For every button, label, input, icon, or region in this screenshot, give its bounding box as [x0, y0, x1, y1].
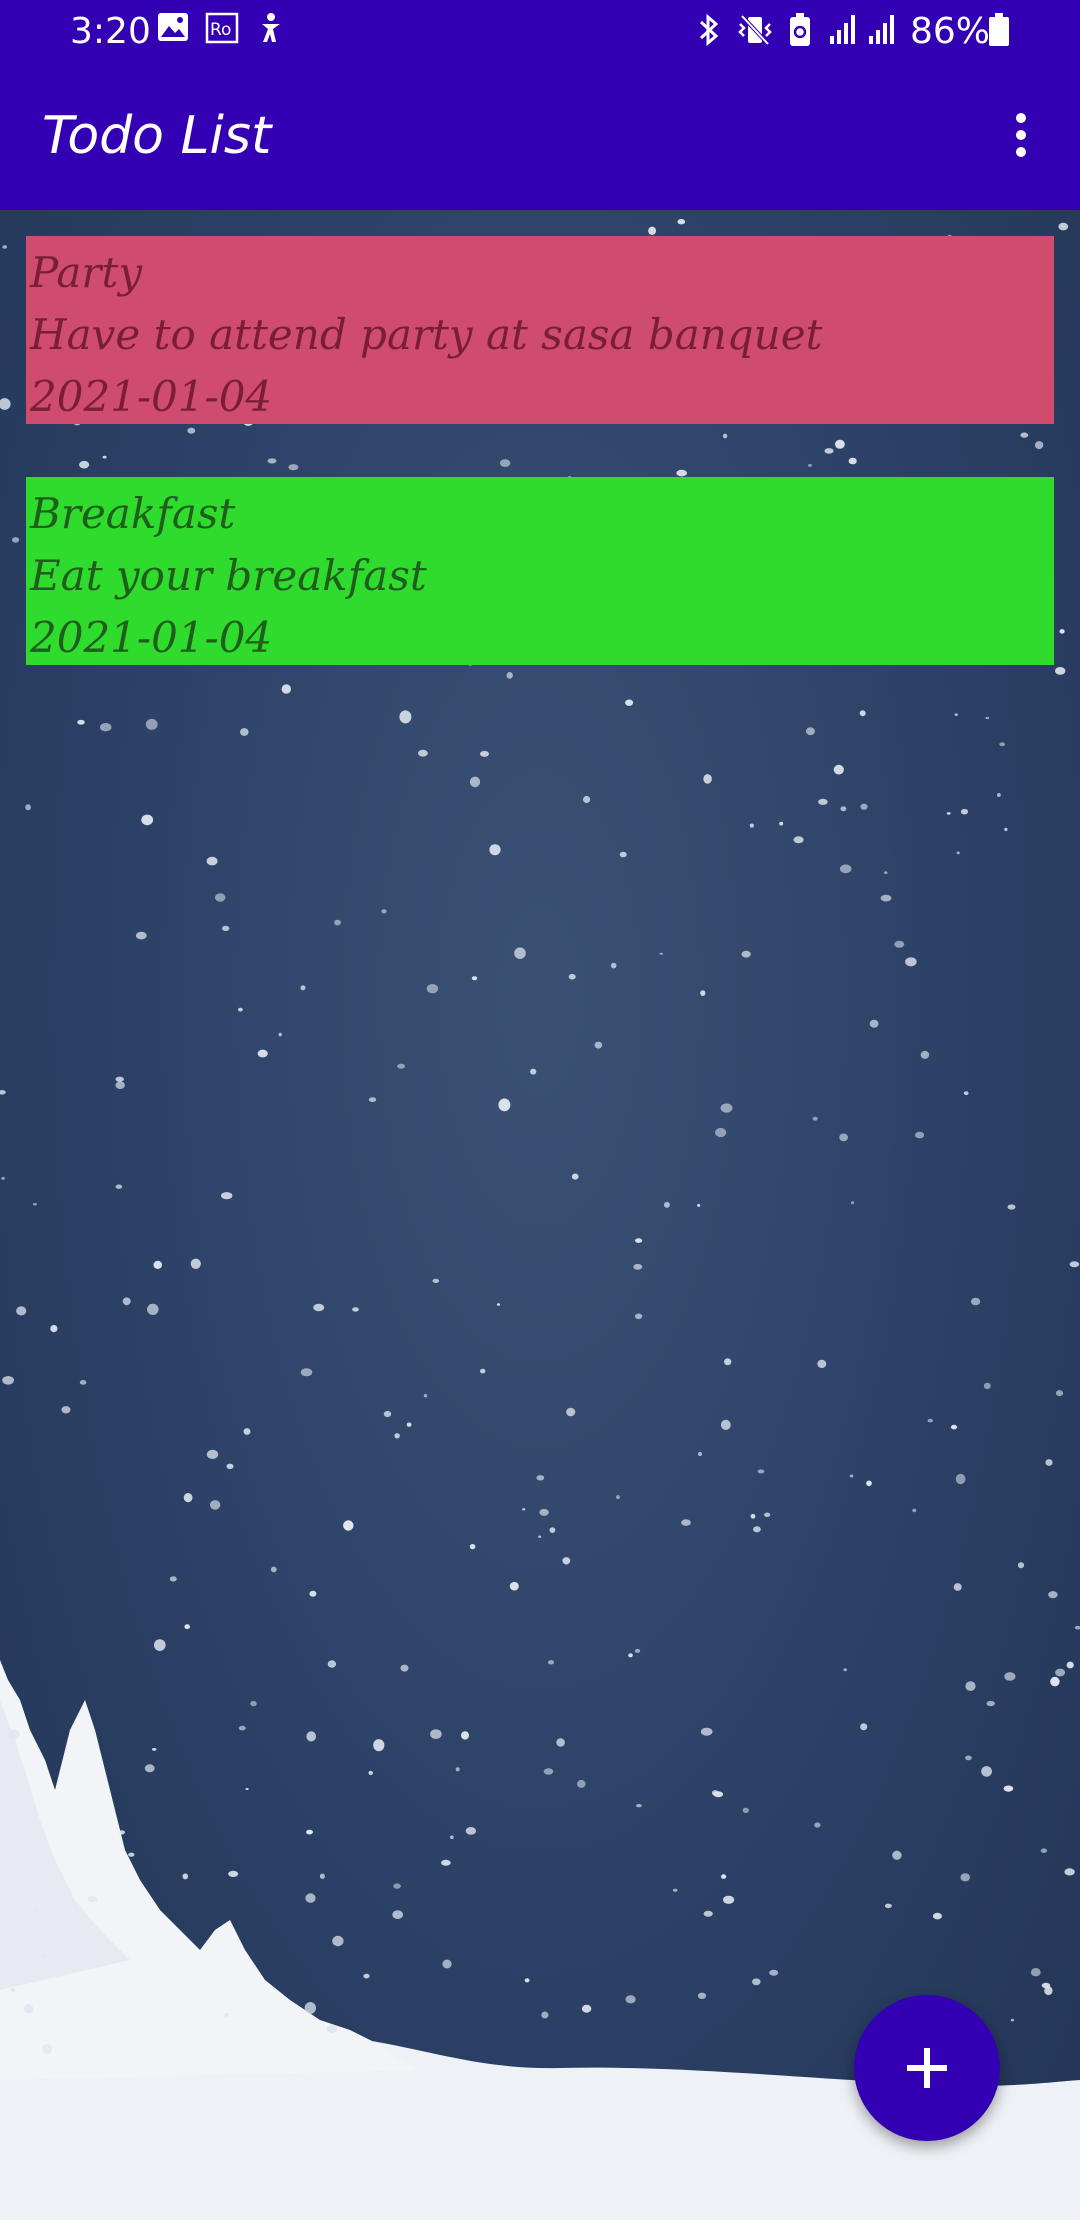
- todo-description: Have to attend party at sasa banquet: [30, 310, 823, 359]
- bluetooth-icon: [696, 12, 722, 52]
- battery-icon: [987, 12, 1011, 52]
- more-vert-icon[interactable]: [996, 110, 1046, 160]
- screen: 3:20 Ro 86% Todo List Party Have to atte…: [0, 0, 1080, 2220]
- signal-icon: [867, 12, 899, 50]
- todo-card[interactable]: Breakfast Eat your breakfast 2021-01-04: [26, 477, 1054, 665]
- battery-saver-icon: [786, 12, 814, 52]
- todo-title: Party: [30, 248, 143, 297]
- todo-title: Breakfast: [30, 489, 236, 538]
- todo-date: 2021-01-04: [30, 613, 273, 662]
- todo-date: 2021-01-04: [30, 372, 273, 421]
- gallery-icon: [157, 12, 189, 46]
- signal-icon: [828, 12, 860, 50]
- plus-icon: [907, 2048, 947, 2088]
- app-bar: Todo List: [0, 64, 1080, 210]
- battery-percent: 86%: [910, 11, 991, 52]
- page-title: Todo List: [42, 106, 272, 166]
- vibrate-icon: [737, 12, 773, 52]
- todo-card[interactable]: Party Have to attend party at sasa banqu…: [26, 236, 1054, 424]
- ro-badge-icon: Ro: [205, 12, 239, 48]
- status-time: 3:20: [70, 11, 151, 52]
- svg-text:Ro: Ro: [210, 20, 231, 40]
- status-bar: 3:20 Ro 86%: [0, 0, 1080, 64]
- todo-description: Eat your breakfast: [30, 551, 427, 600]
- accessibility-icon: [256, 12, 286, 50]
- add-todo-button[interactable]: [854, 1995, 1000, 2141]
